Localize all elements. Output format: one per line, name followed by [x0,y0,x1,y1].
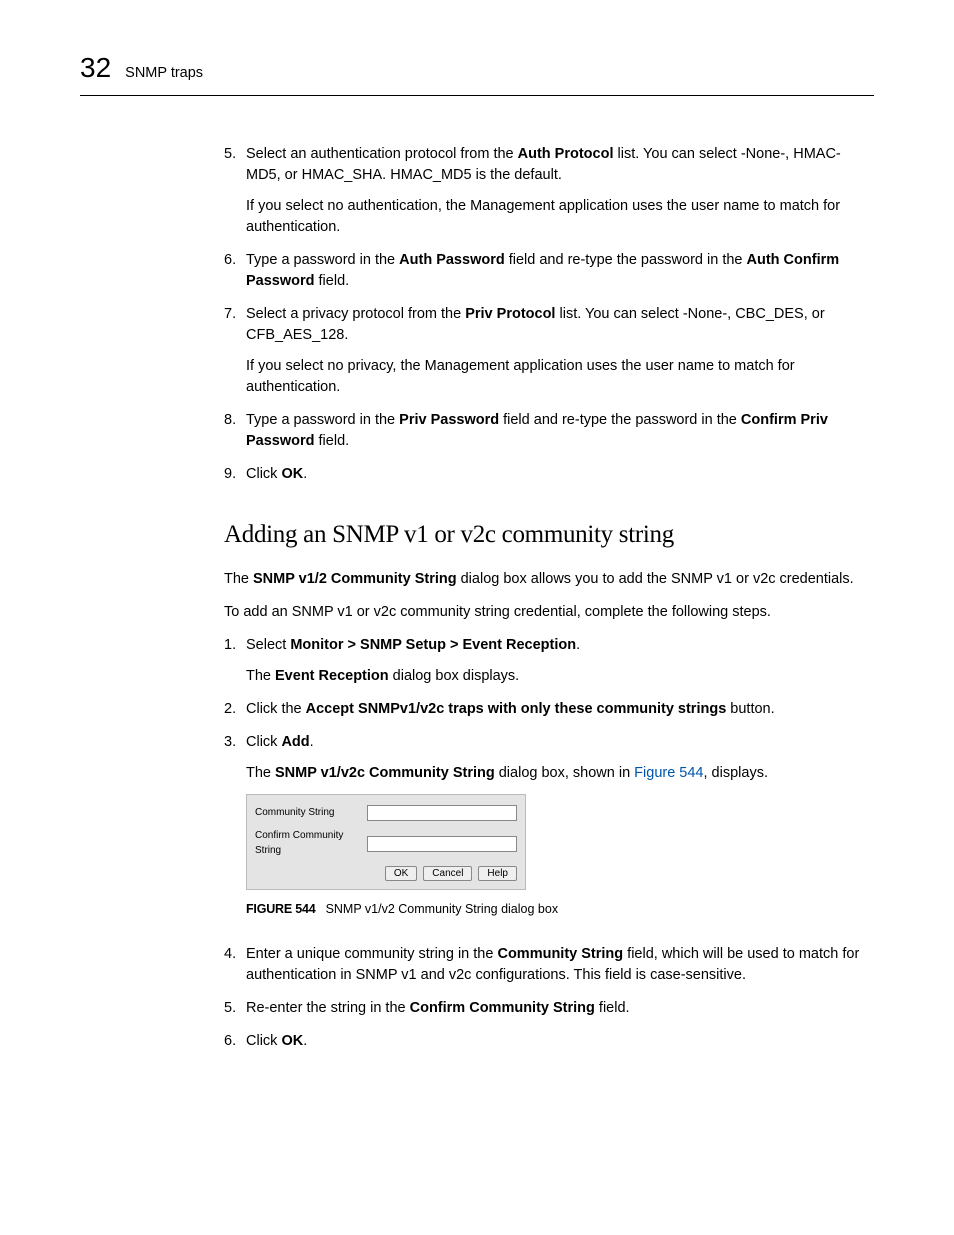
step-paragraph: If you select no privacy, the Management… [246,356,874,398]
page-content: 5.Select an authentication protocol from… [224,144,874,1053]
step-item: 4.Enter a unique community string in the… [224,944,874,986]
step-number: 4. [224,944,246,986]
step-number: 3. [224,732,246,932]
help-button[interactable]: Help [478,866,517,881]
running-header: 32 SNMP traps [80,48,874,96]
ok-button[interactable]: OK [385,866,417,881]
bold-text: Confirm Priv Password [246,412,828,449]
figure-number: FIGURE 544 [246,902,316,916]
step-item: 5.Select an authentication protocol from… [224,144,874,238]
intro-paragraphs: The SNMP v1/2 Community String dialog bo… [224,569,874,623]
step-paragraph: Click OK. [246,1031,874,1052]
step-body: Click the Accept SNMPv1/v2c traps with o… [246,699,874,720]
chapter-number: 32 [80,48,111,89]
step-paragraph: If you select no authentication, the Man… [246,196,874,238]
step-paragraph: Enter a unique community string in the C… [246,944,874,986]
step-paragraph: Select an authentication protocol from t… [246,144,874,186]
step-number: 9. [224,464,246,485]
step-number: 6. [224,1031,246,1052]
step-number: 6. [224,250,246,292]
step-list-a: 5.Select an authentication protocol from… [224,144,874,485]
section-heading: Adding an SNMP v1 or v2c community strin… [224,517,874,553]
bold-text: Community String [497,946,623,962]
step-item: 8.Type a password in the Priv Password f… [224,410,874,452]
step-item: 3.Click Add. The SNMP v1/v2c Community St… [224,732,874,932]
bold-text: Priv Password [399,412,499,428]
dialog-box: Community String Confirm Community String… [246,794,526,890]
step-body: Click OK. [246,1031,874,1052]
bold-text: SNMP v1/2 Community String [253,571,457,587]
confirm-community-string-label: Confirm Community String [255,829,367,858]
figure-title: SNMP v1/v2 Community String dialog box [326,902,559,916]
step-number: 8. [224,410,246,452]
step-body: Select a privacy protocol from the Priv … [246,304,874,398]
step-item: 7.Select a privacy protocol from the Pri… [224,304,874,398]
step-paragraph: Type a password in the Priv Password fie… [246,410,874,452]
bold-text: Monitor > SNMP Setup > Event Reception [290,637,576,653]
step-paragraph: Type a password in the Auth Password fie… [246,250,874,292]
step-item: 6.Click OK. [224,1031,874,1052]
bold-text: Event Reception [275,668,389,684]
step-paragraph: Click the Accept SNMPv1/v2c traps with o… [246,699,874,720]
figure-caption: FIGURE 544 SNMP v1/v2 Community String di… [246,900,874,918]
figure: Community String Confirm Community String… [246,794,874,918]
confirm-community-string-input[interactable] [367,836,517,852]
step-paragraph: The Event Reception dialog box displays. [246,666,874,687]
community-string-input[interactable] [367,805,517,821]
cancel-button[interactable]: Cancel [423,866,472,881]
bold-text: Priv Protocol [465,306,555,322]
step-item: 6.Type a password in the Auth Password f… [224,250,874,292]
step-paragraph: Select Monitor > SNMP Setup > Event Rece… [246,635,874,656]
bold-text: OK [281,1033,303,1049]
step-number: 2. [224,699,246,720]
step-paragraph: The SNMP v1/v2c Community String dialog … [246,763,874,784]
dialog-buttons: OK Cancel Help [255,866,517,881]
step-paragraph: Select a privacy protocol from the Priv … [246,304,874,346]
dialog-row: Community String [255,805,517,821]
step-body: Select Monitor > SNMP Setup > Event Rece… [246,635,874,687]
step-body: Enter a unique community string in the C… [246,944,874,986]
community-string-label: Community String [255,806,367,821]
bold-text: SNMP v1/v2c Community String [275,765,495,781]
intro-paragraph: To add an SNMP v1 or v2c community strin… [224,602,874,623]
figure-link[interactable]: Figure 544 [634,765,703,781]
step-body: Type a password in the Auth Password fie… [246,250,874,292]
step-paragraph: Click Add. [246,732,874,753]
bold-text: Accept SNMPv1/v2c traps with only these … [306,701,727,717]
header-title: SNMP traps [125,63,203,84]
bold-text: Add [281,734,309,750]
step-number: 5. [224,144,246,238]
step-number: 1. [224,635,246,687]
step-body: Type a password in the Priv Password fie… [246,410,874,452]
step-body: Select an authentication protocol from t… [246,144,874,238]
bold-text: Auth Confirm Password [246,252,839,289]
step-item: 1.Select Monitor > SNMP Setup > Event Re… [224,635,874,687]
step-paragraph: Click OK. [246,464,874,485]
bold-text: Auth Password [399,252,505,268]
bold-text: Confirm Community String [410,1000,595,1016]
bold-text: OK [281,466,303,482]
intro-paragraph: The SNMP v1/2 Community String dialog bo… [224,569,874,590]
step-paragraph: Re-enter the string in the Confirm Commu… [246,998,874,1019]
step-number: 5. [224,998,246,1019]
step-body: Click OK. [246,464,874,485]
step-item: 2.Click the Accept SNMPv1/v2c traps with… [224,699,874,720]
step-body: Re-enter the string in the Confirm Commu… [246,998,874,1019]
step-list-b: 1.Select Monitor > SNMP Setup > Event Re… [224,635,874,1052]
step-item: 9.Click OK. [224,464,874,485]
step-item: 5.Re-enter the string in the Confirm Com… [224,998,874,1019]
step-number: 7. [224,304,246,398]
dialog-row: Confirm Community String [255,829,517,858]
step-body: Click Add. The SNMP v1/v2c Community Stri… [246,732,874,932]
bold-text: Auth Protocol [518,146,614,162]
